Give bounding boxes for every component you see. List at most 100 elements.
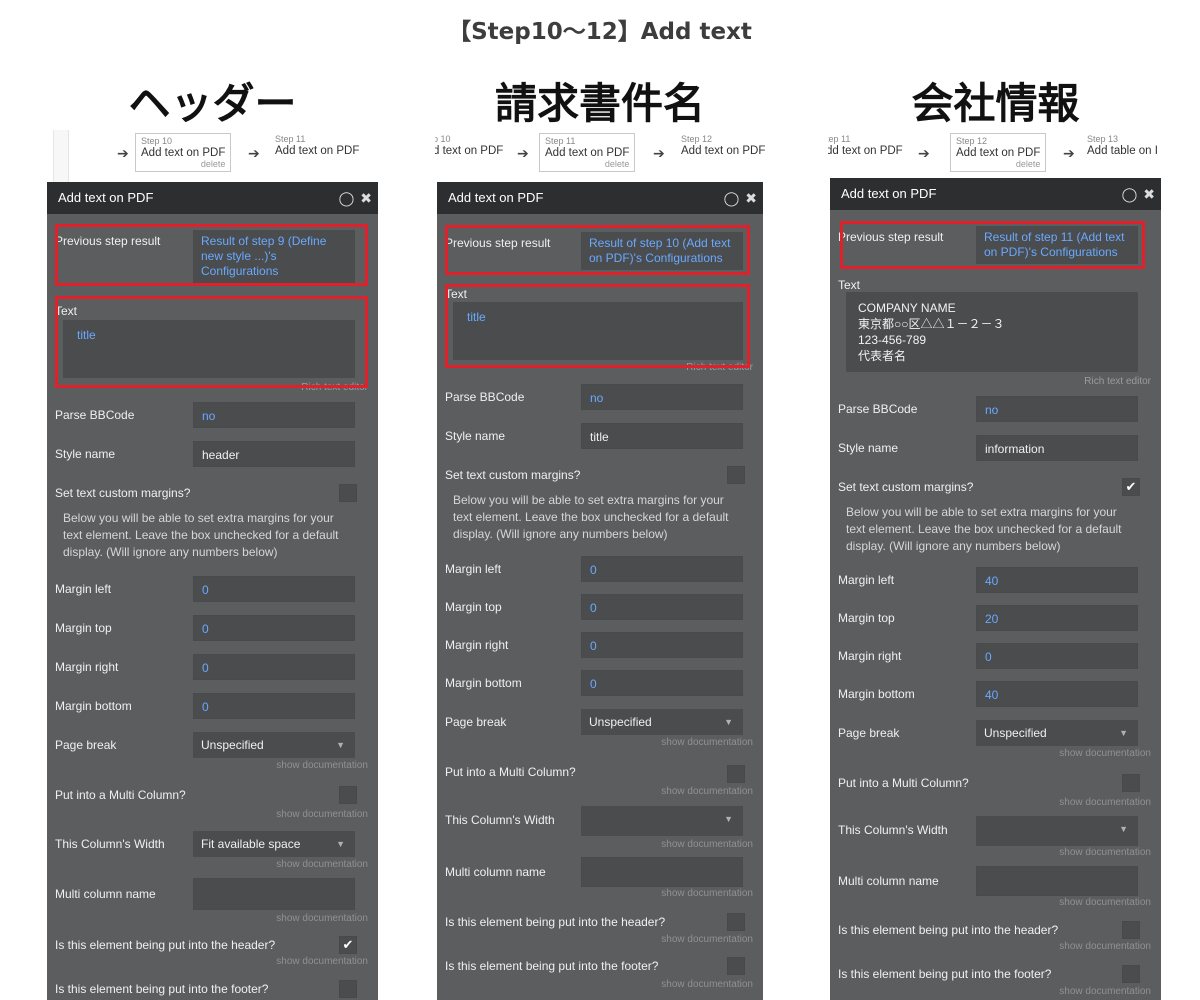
header-question-label: Is this element being put into the heade… bbox=[445, 915, 666, 929]
page-break-select[interactable]: Unspecified ▼ bbox=[581, 709, 743, 735]
header-checkbox[interactable] bbox=[727, 913, 745, 931]
page-break-select[interactable]: Unspecified ▼ bbox=[193, 732, 355, 758]
show-documentation-link[interactable]: show documentation bbox=[1059, 986, 1151, 997]
step-bar: ➔ Step 10 Add text on PDF delete ➔ Step … bbox=[45, 130, 380, 182]
margin-bottom-input[interactable]: 0 bbox=[193, 693, 355, 719]
show-documentation-link[interactable]: show documentation bbox=[276, 859, 368, 870]
style-name-select[interactable]: title bbox=[581, 423, 743, 449]
margin-bottom-label: Margin bottom bbox=[55, 699, 132, 713]
margin-right-input[interactable]: 0 bbox=[581, 632, 743, 658]
margin-right-input[interactable]: 0 bbox=[976, 643, 1138, 669]
scroll-gutter bbox=[53, 130, 69, 182]
show-documentation-link[interactable]: show documentation bbox=[1059, 748, 1151, 759]
multi-column-name-label: Multi column name bbox=[55, 887, 156, 901]
comment-icon[interactable]: ◯ bbox=[339, 190, 355, 206]
footer-checkbox[interactable] bbox=[339, 980, 357, 998]
show-documentation-link[interactable]: show documentation bbox=[276, 913, 368, 924]
highlight-text bbox=[55, 296, 368, 388]
multi-column-checkbox[interactable] bbox=[339, 786, 357, 804]
header-checkbox[interactable] bbox=[1122, 921, 1140, 939]
margin-left-label: Margin left bbox=[55, 582, 112, 596]
step-card-selected[interactable]: Step 12 Add text on PDF delete bbox=[950, 133, 1047, 172]
margin-bottom-label: Margin bottom bbox=[838, 687, 915, 701]
workflow-column-3: tep 11 dd text on PDF ➔ Step 12 Add text… bbox=[828, 130, 1163, 1000]
custom-margins-checkbox[interactable] bbox=[339, 484, 357, 502]
show-documentation-link[interactable]: show documentation bbox=[661, 737, 753, 748]
rich-text-editor-link[interactable]: Rich text editor bbox=[1084, 376, 1151, 387]
step-bar: tep 11 dd text on PDF ➔ Step 12 Add text… bbox=[828, 130, 1163, 182]
show-documentation-link[interactable]: show documentation bbox=[1059, 797, 1151, 808]
step-card[interactable]: Step 11 Add text on PDF bbox=[275, 134, 359, 157]
margin-right-label: Margin right bbox=[838, 649, 902, 663]
margin-right-input[interactable]: 0 bbox=[193, 654, 355, 680]
step-card[interactable]: p 10 d text on PDF bbox=[435, 134, 503, 157]
multi-column-name-input[interactable] bbox=[976, 866, 1138, 896]
show-documentation-link[interactable]: show documentation bbox=[661, 979, 753, 990]
column-width-select[interactable]: ▼ bbox=[581, 806, 743, 836]
footer-checkbox[interactable] bbox=[1122, 965, 1140, 983]
show-documentation-link[interactable]: show documentation bbox=[661, 786, 753, 797]
show-documentation-link[interactable]: show documentation bbox=[276, 760, 368, 771]
step-card-selected[interactable]: Step 10 Add text on PDF delete bbox=[135, 133, 232, 172]
arrow-right-icon: ➔ bbox=[1063, 146, 1075, 162]
margin-top-input[interactable]: 20 bbox=[976, 605, 1138, 631]
multi-column-checkbox[interactable] bbox=[727, 765, 745, 783]
close-icon[interactable]: ✖ bbox=[1143, 186, 1155, 202]
panel-title: Add text on PDF bbox=[841, 186, 937, 201]
parse-bbcode-label: Parse BBCode bbox=[445, 390, 525, 404]
margin-bottom-input[interactable]: 0 bbox=[581, 670, 743, 696]
margin-top-input[interactable]: 0 bbox=[581, 594, 743, 620]
margin-left-input[interactable]: 0 bbox=[193, 576, 355, 602]
footer-checkbox[interactable] bbox=[727, 957, 745, 975]
margin-left-input[interactable]: 0 bbox=[581, 556, 743, 582]
delete-link[interactable]: delete bbox=[545, 159, 630, 169]
parse-bbcode-select[interactable]: no bbox=[976, 396, 1138, 422]
text-line: 123-456-789 bbox=[858, 333, 927, 347]
style-name-select[interactable]: information bbox=[976, 435, 1138, 461]
step-card[interactable]: Step 13 Add table on I bbox=[1087, 134, 1158, 157]
page-break-value: Unspecified bbox=[984, 726, 1047, 740]
parse-bbcode-select[interactable]: no bbox=[581, 384, 743, 410]
header-checkbox[interactable]: ✔ bbox=[339, 936, 357, 954]
chevron-down-icon: ▼ bbox=[336, 839, 345, 849]
step-label: Add text on PDF bbox=[141, 147, 226, 159]
multi-column-name-input[interactable] bbox=[193, 878, 355, 910]
show-documentation-link[interactable]: show documentation bbox=[276, 809, 368, 820]
parse-bbcode-select[interactable]: no bbox=[193, 402, 355, 428]
custom-margins-checkbox[interactable] bbox=[727, 466, 745, 484]
step-card[interactable]: tep 11 dd text on PDF bbox=[828, 134, 903, 157]
delete-link[interactable]: delete bbox=[956, 159, 1041, 169]
margin-top-label: Margin top bbox=[55, 621, 112, 635]
margin-bottom-input[interactable]: 40 bbox=[976, 681, 1138, 707]
delete-link[interactable]: delete bbox=[141, 159, 226, 169]
style-name-select[interactable]: header bbox=[193, 441, 355, 467]
step-label: d text on PDF bbox=[435, 145, 504, 157]
comment-icon[interactable]: ◯ bbox=[724, 190, 740, 206]
show-documentation-link[interactable]: show documentation bbox=[276, 956, 368, 967]
show-documentation-link[interactable]: show documentation bbox=[1059, 897, 1151, 908]
step-card[interactable]: Step 12 Add text on PDF bbox=[681, 134, 765, 157]
show-documentation-link[interactable]: show documentation bbox=[661, 888, 753, 899]
text-input[interactable]: COMPANY NAME 東京都○○区△△１－２－３ 123-456-789 代… bbox=[846, 292, 1138, 372]
multi-column-name-input[interactable] bbox=[581, 857, 743, 887]
column-title-invoice: 請求書件名 bbox=[494, 79, 705, 128]
margin-top-label: Margin top bbox=[838, 611, 895, 625]
close-icon[interactable]: ✖ bbox=[360, 190, 372, 206]
multi-column-checkbox[interactable] bbox=[1122, 774, 1140, 792]
show-documentation-link[interactable]: show documentation bbox=[1059, 941, 1151, 952]
column-width-select[interactable]: Fit available space ▼ bbox=[193, 831, 355, 857]
margin-left-input[interactable]: 40 bbox=[976, 567, 1138, 593]
panel-header: Add text on PDF ◯ ✖ bbox=[47, 182, 378, 214]
step-label: Add text on PDF bbox=[275, 145, 360, 157]
page-break-label: Page break bbox=[838, 726, 900, 740]
page-break-select[interactable]: Unspecified ▼ bbox=[976, 720, 1138, 746]
comment-icon[interactable]: ◯ bbox=[1122, 186, 1138, 202]
column-width-select[interactable]: ▼ bbox=[976, 816, 1138, 846]
margin-top-input[interactable]: 0 bbox=[193, 615, 355, 641]
show-documentation-link[interactable]: show documentation bbox=[1059, 847, 1151, 858]
show-documentation-link[interactable]: show documentation bbox=[661, 934, 753, 945]
step-card-selected[interactable]: Step 11 Add text on PDF delete bbox=[539, 133, 636, 172]
show-documentation-link[interactable]: show documentation bbox=[661, 839, 753, 850]
close-icon[interactable]: ✖ bbox=[745, 190, 757, 206]
custom-margins-checkbox[interactable]: ✔ bbox=[1122, 478, 1140, 496]
